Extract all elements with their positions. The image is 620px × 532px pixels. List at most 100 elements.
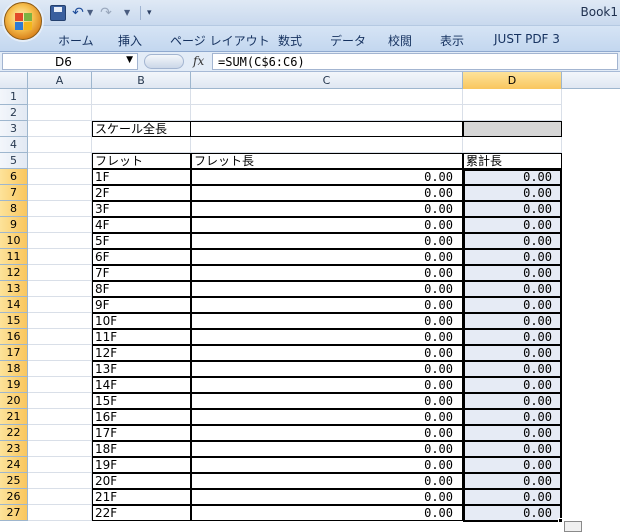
row-header[interactable]: 13 (0, 281, 28, 297)
fret-length-cell[interactable]: 0.00 (191, 377, 463, 393)
row-header[interactable]: 12 (0, 265, 28, 281)
row-header[interactable]: 1 (0, 89, 28, 105)
cell[interactable] (28, 169, 92, 185)
fret-name-cell[interactable]: 12F (92, 345, 191, 361)
cumulative-length-cell[interactable]: 0.00 (463, 313, 562, 329)
row-header[interactable]: 15 (0, 313, 28, 329)
cumulative-length-cell[interactable]: 0.00 (463, 217, 562, 233)
redo-icon[interactable]: ↷ (98, 5, 114, 21)
cell[interactable] (28, 201, 92, 217)
cell[interactable] (28, 249, 92, 265)
fret-name-cell[interactable]: 14F (92, 377, 191, 393)
fret-name-cell[interactable]: 11F (92, 329, 191, 345)
cell[interactable] (28, 489, 92, 505)
cell[interactable] (92, 105, 191, 121)
worksheet-grid[interactable]: ABCD 1 2 3 4 5 6 7 8 9 10 11 12 13 14 15 16 17 18 19 20 21 22… (0, 72, 620, 532)
cell[interactable] (28, 233, 92, 249)
cell[interactable] (28, 89, 92, 105)
fret-length-header[interactable]: フレット長 (191, 153, 463, 169)
undo-dropdown-icon[interactable]: ▼ (87, 5, 93, 21)
fret-length-cell[interactable]: 0.00 (191, 169, 463, 185)
fret-length-cell[interactable]: 0.00 (191, 233, 463, 249)
cumulative-length-cell[interactable]: 0.00 (463, 169, 562, 185)
row-header[interactable]: 23 (0, 441, 28, 457)
fret-length-cell[interactable]: 0.00 (191, 249, 463, 265)
chevron-down-icon[interactable]: ▼ (126, 55, 133, 65)
fret-name-cell[interactable]: 13F (92, 361, 191, 377)
fret-length-cell[interactable]: 0.00 (191, 201, 463, 217)
fret-name-cell[interactable]: 16F (92, 409, 191, 425)
row-header[interactable]: 18 (0, 361, 28, 377)
cumulative-length-cell[interactable]: 0.00 (463, 393, 562, 409)
fret-length-cell[interactable]: 0.00 (191, 409, 463, 425)
cell[interactable] (28, 297, 92, 313)
cumulative-length-cell[interactable]: 0.00 (463, 281, 562, 297)
cumulative-length-cell[interactable]: 0.00 (463, 377, 562, 393)
cumulative-length-cell[interactable]: 0.00 (463, 329, 562, 345)
formula-bar-resize-handle[interactable] (144, 54, 184, 69)
cumulative-length-cell[interactable]: 0.00 (463, 361, 562, 377)
row-header[interactable]: 26 (0, 489, 28, 505)
column-header-a[interactable]: A (28, 72, 92, 89)
row-header[interactable]: 9 (0, 217, 28, 233)
cell[interactable] (28, 441, 92, 457)
tab-page-layout[interactable]: ページ レイアウト (170, 32, 270, 49)
column-header-d[interactable]: D (463, 72, 562, 89)
cell[interactable] (28, 361, 92, 377)
cell[interactable] (28, 313, 92, 329)
cell[interactable] (28, 425, 92, 441)
fret-name-cell[interactable]: 19F (92, 457, 191, 473)
fret-length-cell[interactable]: 0.00 (191, 297, 463, 313)
fret-name-cell[interactable]: 4F (92, 217, 191, 233)
fret-name-cell[interactable]: 9F (92, 297, 191, 313)
row-header[interactable]: 21 (0, 409, 28, 425)
cell[interactable] (463, 89, 562, 105)
cell[interactable] (28, 345, 92, 361)
row-header[interactable]: 19 (0, 377, 28, 393)
cumulative-length-cell[interactable]: 0.00 (463, 233, 562, 249)
tab-formulas[interactable]: 数式 (278, 32, 302, 49)
row-header[interactable]: 27 (0, 505, 28, 521)
cell[interactable] (28, 153, 92, 169)
cell[interactable] (191, 137, 463, 153)
fret-length-cell[interactable]: 0.00 (191, 473, 463, 489)
fret-name-cell[interactable]: 1F (92, 169, 191, 185)
formula-input[interactable]: =SUM(C$6:C6) (212, 53, 618, 70)
fret-name-cell[interactable]: 8F (92, 281, 191, 297)
tab-data[interactable]: データ (330, 32, 366, 49)
cell[interactable] (28, 393, 92, 409)
fret-length-cell[interactable]: 0.00 (191, 441, 463, 457)
fret-length-cell[interactable]: 0.00 (191, 489, 463, 505)
cell[interactable] (28, 473, 92, 489)
tab-view[interactable]: 表示 (440, 32, 464, 49)
customize-toolbar-icon[interactable]: ▾ (147, 5, 152, 21)
redo-dropdown-icon[interactable]: ▼ (124, 5, 130, 21)
row-header[interactable]: 6 (0, 169, 28, 185)
row-header[interactable]: 8 (0, 201, 28, 217)
fret-length-cell[interactable]: 0.00 (191, 393, 463, 409)
office-button[interactable] (4, 2, 42, 40)
cumulative-header[interactable]: 累計長 (463, 153, 562, 169)
fret-length-cell[interactable]: 0.00 (191, 361, 463, 377)
cumulative-length-cell[interactable]: 0.00 (463, 249, 562, 265)
row-header[interactable]: 16 (0, 329, 28, 345)
row-header[interactable]: 7 (0, 185, 28, 201)
fret-name-cell[interactable]: 17F (92, 425, 191, 441)
cell[interactable] (28, 121, 92, 137)
cumulative-length-cell[interactable]: 0.00 (463, 473, 562, 489)
cumulative-length-cell[interactable]: 0.00 (463, 185, 562, 201)
fret-length-cell[interactable]: 0.00 (191, 505, 463, 521)
cell[interactable] (191, 105, 463, 121)
cumulative-length-cell[interactable]: 0.00 (463, 489, 562, 505)
scale-length-label-span[interactable] (191, 121, 463, 137)
row-header[interactable]: 25 (0, 473, 28, 489)
column-header-b[interactable]: B (92, 72, 191, 89)
fret-name-cell[interactable]: 18F (92, 441, 191, 457)
cell[interactable] (463, 105, 562, 121)
fret-name-cell[interactable]: 5F (92, 233, 191, 249)
row-header[interactable]: 14 (0, 297, 28, 313)
fret-name-cell[interactable]: 10F (92, 313, 191, 329)
fret-name-cell[interactable]: 21F (92, 489, 191, 505)
cell[interactable] (28, 377, 92, 393)
name-box[interactable]: D6 ▼ (2, 53, 138, 70)
